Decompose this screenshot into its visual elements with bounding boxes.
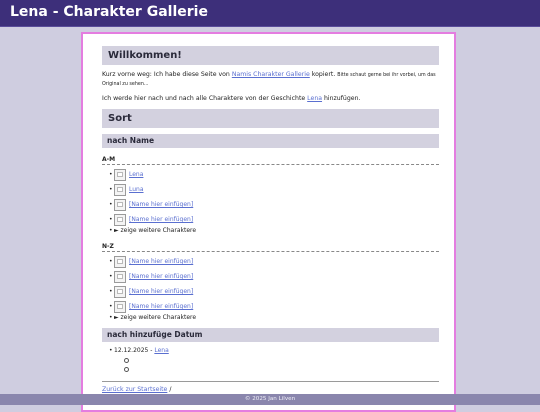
broken-image-icon[interactable] xyxy=(114,198,126,211)
back-separator: / xyxy=(167,386,172,393)
sort-by-name-heading: nach Name xyxy=(102,134,439,148)
list-item: • 12.12.2025 - Lena xyxy=(109,346,439,373)
date-character-link[interactable]: Lena xyxy=(154,347,168,354)
broken-image-icon[interactable] xyxy=(114,285,126,298)
sort-by-date-heading: nach hinzufüge Datum xyxy=(102,328,439,342)
character-link[interactable]: Lena xyxy=(129,171,143,178)
broken-image-icon[interactable] xyxy=(114,255,126,268)
show-more-label: ► zeige weitere Charaktere xyxy=(114,227,197,234)
date-list: • 12.12.2025 - Lena xyxy=(102,346,439,373)
back-to-home-link[interactable]: Zurück zur Startseite xyxy=(102,386,167,393)
broken-image-icon[interactable] xyxy=(114,270,126,283)
plan-prefix: Ich werde hier nach und nach alle Charak… xyxy=(102,95,308,102)
bullet-icon: • xyxy=(109,186,113,193)
plan-suffix: hinzufügen. xyxy=(322,95,361,102)
back-nav: Zurück zur Startseite / xyxy=(102,386,439,393)
broken-image-icon[interactable] xyxy=(114,183,126,196)
group-a-m-list: • Lena • Luna • [Name hier einfügen] • [Name… xyxy=(102,167,439,235)
date-text: 12.12.2025 - xyxy=(114,347,155,354)
circle-bullet-icon xyxy=(124,358,129,363)
intro-prefix: Kurz vorne weg: Ich habe diese Seite von xyxy=(102,71,232,78)
site-title: Lena - Charakter Gallerie xyxy=(10,4,208,20)
character-link[interactable]: [Name hier einfügen] xyxy=(129,216,193,223)
lena-story-link[interactable]: Lena xyxy=(307,95,322,102)
bullet-icon: • xyxy=(109,227,113,234)
list-item: • [Name hier einfügen] xyxy=(109,197,439,212)
welcome-heading: Willkommen! xyxy=(102,46,439,65)
list-item: • [Name hier einfügen] xyxy=(109,299,439,314)
character-link[interactable]: [Name hier einfügen] xyxy=(129,273,193,280)
sub-list-item xyxy=(124,355,439,364)
welcome-plan: Ich werde hier nach und nach alle Charak… xyxy=(102,95,439,103)
show-more-label: ► zeige weitere Charaktere xyxy=(114,314,197,321)
broken-image-icon[interactable] xyxy=(114,300,126,313)
group-n-z-label: N-Z xyxy=(102,243,439,252)
sort-heading: Sort xyxy=(102,109,439,128)
welcome-intro: Kurz vorne weg: Ich habe diese Seite von… xyxy=(102,71,439,89)
character-link[interactable]: Luna xyxy=(129,186,144,193)
page-footer: © 2025 Jan Lilven xyxy=(0,394,540,405)
bullet-icon: • xyxy=(109,314,113,321)
bullet-icon: • xyxy=(109,303,113,310)
namis-gallery-link[interactable]: Namis Charakter Gallerie xyxy=(232,71,310,78)
bullet-icon: • xyxy=(109,201,113,208)
character-link[interactable]: [Name hier einfügen] xyxy=(129,303,193,310)
show-more-n-z[interactable]: • ► zeige weitere Charaktere xyxy=(109,314,439,322)
list-item: • [Name hier einfügen] xyxy=(109,212,439,227)
bullet-icon: • xyxy=(109,347,113,354)
sub-list-item xyxy=(124,364,439,373)
character-link[interactable]: [Name hier einfügen] xyxy=(129,288,193,295)
list-item: • Luna xyxy=(109,182,439,197)
bullet-icon: • xyxy=(109,171,113,178)
main-content-panel: Willkommen! Kurz vorne weg: Ich habe die… xyxy=(81,32,456,412)
bullet-icon: • xyxy=(109,258,113,265)
group-a-m-label: A-M xyxy=(102,156,439,165)
broken-image-icon[interactable] xyxy=(114,168,126,181)
divider xyxy=(102,381,439,382)
bullet-icon: • xyxy=(109,288,113,295)
circle-bullet-icon xyxy=(124,367,129,372)
intro-suffix: kopiert. xyxy=(309,71,336,78)
show-more-a-m[interactable]: • ► zeige weitere Charaktere xyxy=(109,227,439,235)
bullet-icon: • xyxy=(109,273,113,280)
top-header-bar: Lena - Charakter Gallerie xyxy=(0,0,540,27)
content-inner: Willkommen! Kurz vorne weg: Ich habe die… xyxy=(102,46,439,393)
character-link[interactable]: [Name hier einfügen] xyxy=(129,201,193,208)
character-link[interactable]: [Name hier einfügen] xyxy=(129,258,193,265)
group-n-z-list: • [Name hier einfügen] • [Name hier einfüg… xyxy=(102,254,439,322)
list-item: • [Name hier einfügen] xyxy=(109,254,439,269)
list-item: • [Name hier einfügen] xyxy=(109,284,439,299)
broken-image-icon[interactable] xyxy=(114,213,126,226)
bullet-icon: • xyxy=(109,216,113,223)
list-item: • Lena xyxy=(109,167,439,182)
list-item: • [Name hier einfügen] xyxy=(109,269,439,284)
sub-list xyxy=(114,355,439,373)
